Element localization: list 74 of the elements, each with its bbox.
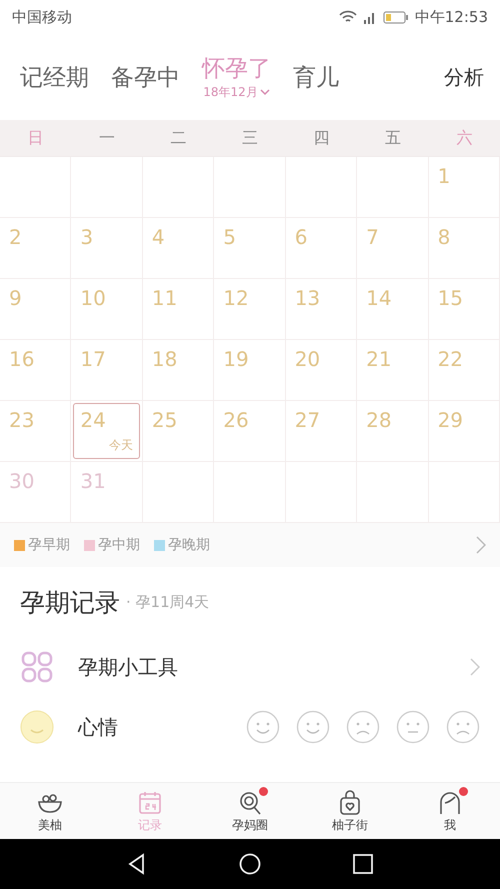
smiley-face-icon[interactable]	[246, 710, 280, 744]
smiley-icon	[20, 710, 54, 744]
calendar-day[interactable]: 19	[216, 342, 283, 398]
nav-tab[interactable]: 孕妈圈	[200, 783, 300, 839]
calendar-day[interactable]: 8	[430, 220, 497, 276]
calendar-day[interactable]: 10	[73, 281, 140, 337]
wifi-icon	[338, 10, 357, 24]
calendar-day[interactable]: 12	[216, 281, 283, 337]
weekday-label: 六	[456, 128, 472, 148]
calendar-day[interactable]: 28	[359, 403, 426, 459]
calendar-day[interactable]: 4	[144, 220, 212, 276]
clover-icon	[20, 650, 54, 684]
mood-label: 心情	[78, 714, 118, 740]
weekday-label: 二	[170, 128, 187, 148]
mode-tab[interactable]: 备孕中	[111, 62, 180, 92]
recents-icon[interactable]	[352, 853, 374, 875]
legend-label: 孕中期	[98, 536, 140, 554]
calendar-day[interactable]: 25	[144, 403, 212, 459]
sad-face-icon[interactable]	[346, 710, 380, 744]
nav-tab[interactable]: 记录	[100, 783, 200, 839]
calendar-day[interactable]: 22	[430, 342, 497, 398]
calendar-day[interactable]: 1	[430, 159, 497, 215]
mode-tab[interactable]: 怀孕了 18年12月	[202, 53, 271, 101]
notification-dot	[259, 786, 268, 796]
calendar-day[interactable]: 2	[2, 220, 68, 276]
mode-tab[interactable]: 记经期	[20, 62, 89, 92]
weekday-label: 一	[99, 128, 116, 148]
calendar-day[interactable]: 15	[430, 281, 497, 337]
legend-label: 孕早期	[28, 536, 70, 554]
smiley-face-icon[interactable]	[296, 710, 330, 744]
carrier-name: 中国移动	[12, 8, 72, 26]
section-title: 孕期记录	[20, 586, 120, 618]
calendar-day[interactable]: 20	[288, 342, 354, 398]
calendar-day[interactable]: 21	[359, 342, 426, 398]
nav-tab[interactable]: 柚子街	[300, 783, 400, 839]
calendar-day[interactable]: 17	[73, 342, 140, 398]
legend-label: 孕晚期	[168, 536, 210, 554]
notification-dot	[459, 786, 468, 796]
battery-icon	[382, 10, 409, 24]
calendar-day[interactable]: 16	[2, 342, 68, 398]
home-icon[interactable]	[238, 853, 261, 875]
chevron-right-icon[interactable]	[476, 536, 486, 554]
weekday-label: 五	[384, 128, 401, 148]
calendar-day[interactable]: 27	[288, 403, 354, 459]
calendar-day[interactable]: 9	[2, 281, 68, 337]
smiley-face-icon[interactable]	[396, 710, 430, 744]
calendar-day[interactable]: 13	[288, 281, 354, 337]
tools-label[interactable]: 孕期小工具	[78, 654, 178, 680]
sad-face-icon[interactable]	[446, 710, 480, 744]
pregnancy-week: · 孕11周4天	[126, 592, 210, 612]
chevron-right-icon[interactable]	[470, 658, 480, 676]
clock-time: 中午12:53	[414, 8, 488, 26]
calendar-day[interactable]: 11	[144, 281, 212, 337]
weekday-label: 四	[313, 128, 330, 148]
calendar-day[interactable]: 29	[430, 403, 497, 459]
calendar-day[interactable]: 5	[216, 220, 283, 276]
analysis-button[interactable]: 分析	[440, 60, 488, 94]
chevron-down-icon[interactable]	[260, 89, 270, 96]
weekday-label: 三	[242, 128, 258, 148]
calendar-day[interactable]: 24 今天	[73, 403, 140, 459]
calendar-day[interactable]: 6	[288, 220, 354, 276]
mode-tab[interactable]: 育儿	[293, 62, 339, 92]
calendar-day[interactable]: 3	[73, 220, 140, 276]
calendar-day[interactable]: 18	[144, 342, 212, 398]
calendar-day[interactable]: 31	[73, 464, 140, 520]
nav-tab[interactable]: 美柚	[0, 783, 100, 839]
signal-icon	[362, 10, 377, 24]
calendar-day[interactable]: 26	[216, 403, 283, 459]
nav-tab[interactable]: 我	[400, 783, 500, 839]
calendar-day[interactable]: 14	[359, 281, 426, 337]
weekday-label: 日	[28, 128, 44, 148]
calendar-day[interactable]: 30	[2, 464, 68, 520]
calendar-day[interactable]: 23	[2, 403, 68, 459]
calendar-day[interactable]: 7	[359, 220, 426, 276]
